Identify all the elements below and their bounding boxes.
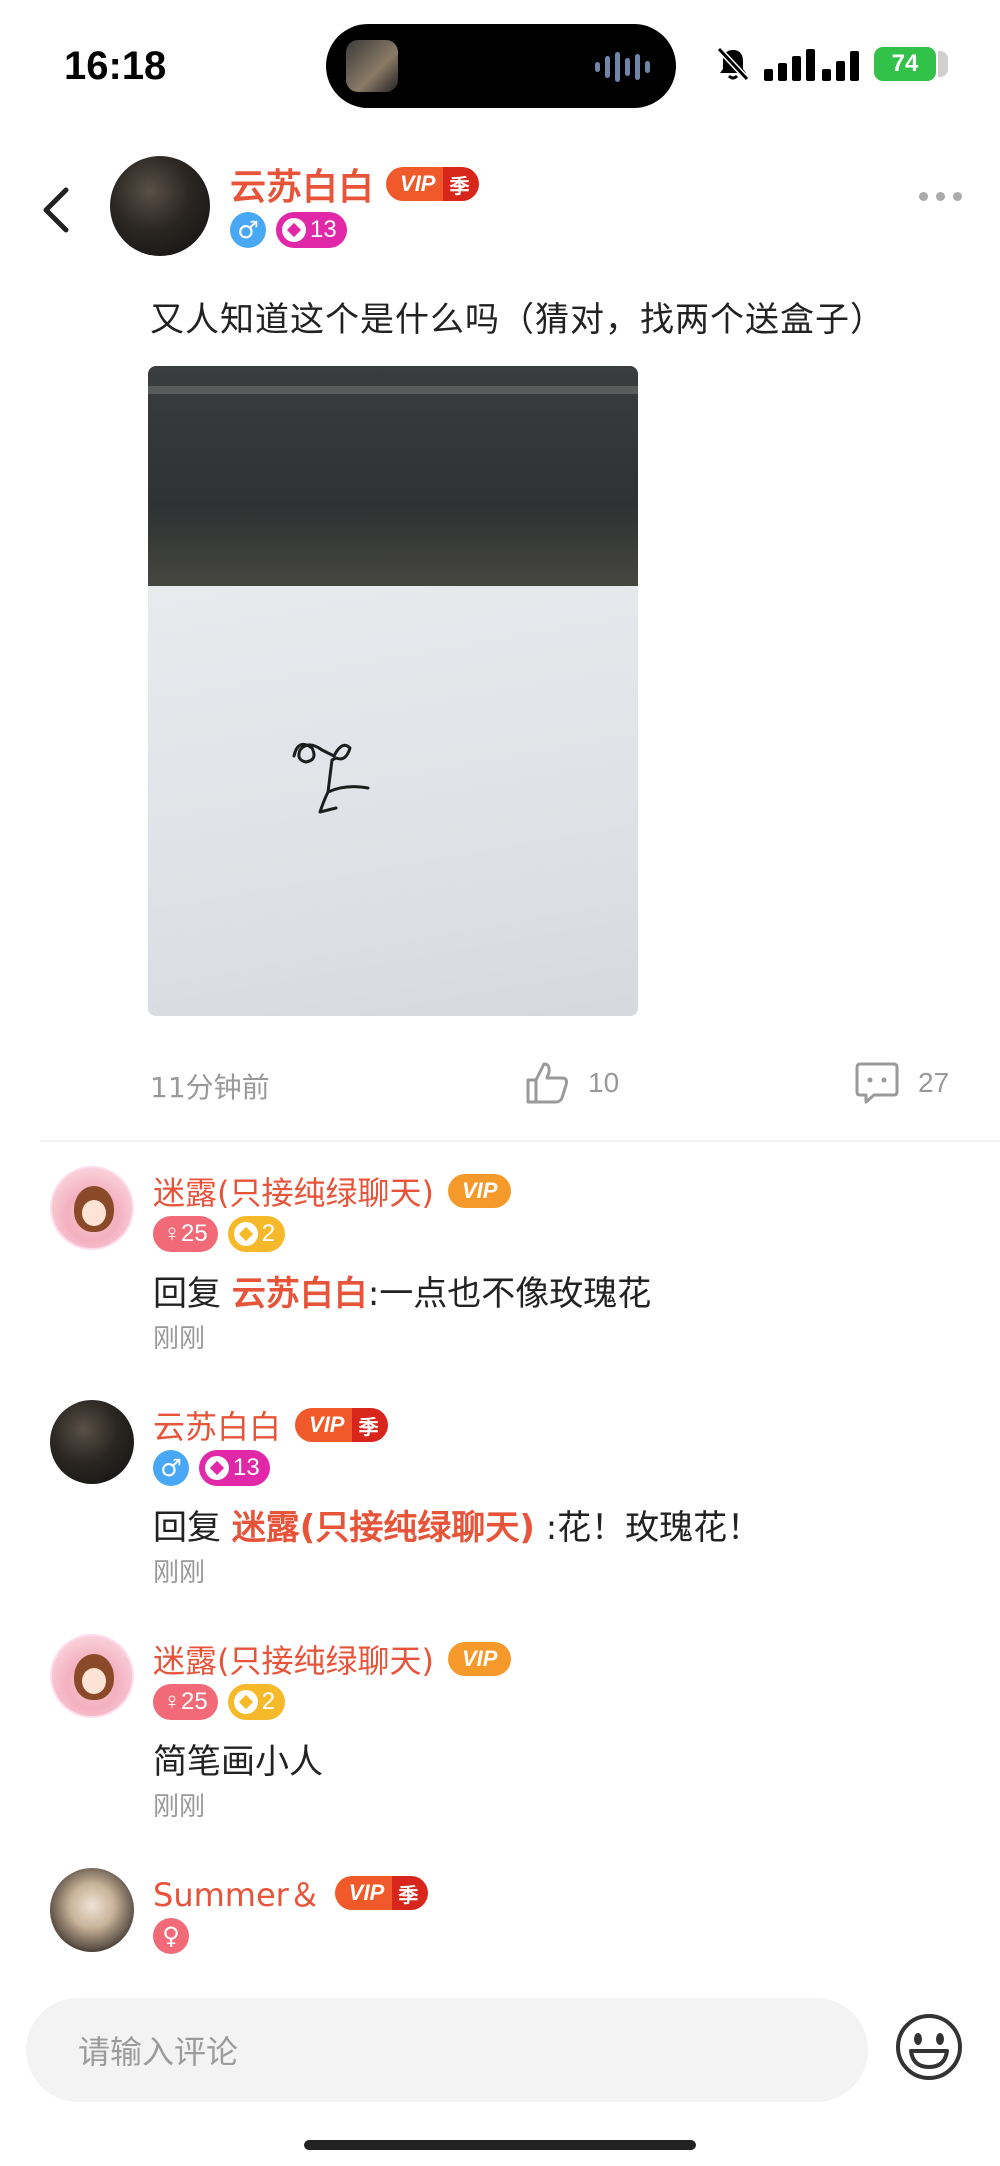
vip-badge: VIP bbox=[447, 1642, 512, 1676]
comment-item: 迷露(只接纯绿聊天) VIP ♀25 2 回复 云苏白白:一点也不像玫瑰花 刚刚 bbox=[0, 1166, 1000, 1356]
commenter-badges: ♀25 2 bbox=[153, 1216, 286, 1252]
commenter-name-row: 云苏白白 VIP 季 bbox=[153, 1402, 389, 1448]
reply-prefix: 回复 bbox=[153, 1274, 232, 1314]
vip-season-label: 季 bbox=[352, 1408, 389, 1442]
comment-body: :花！玫瑰花！ bbox=[534, 1508, 762, 1548]
status-bar: 16:18 74 bbox=[0, 0, 1000, 130]
author-avatar[interactable] bbox=[110, 156, 210, 256]
vip-season-label: 季 bbox=[392, 1876, 429, 1910]
male-icon: ♂ bbox=[153, 1450, 189, 1486]
status-icons: 74 bbox=[716, 46, 948, 82]
level-value: 13 bbox=[310, 216, 337, 243]
comment-item: 迷露(只接纯绿聊天) VIP ♀25 2 简笔画小人 刚刚 bbox=[0, 1634, 1000, 1824]
female-age-badge: ♀25 bbox=[153, 1684, 218, 1720]
photo-dark-object bbox=[148, 366, 638, 601]
more-dot bbox=[936, 192, 945, 201]
stick-figure-doodle bbox=[292, 742, 370, 814]
comment-count: 27 bbox=[918, 1067, 950, 1098]
author-name-row: 云苏白白 VIP 季 bbox=[230, 158, 480, 210]
comment-text[interactable]: 简笔画小人 bbox=[153, 1734, 323, 1783]
vip-season-label: 季 bbox=[443, 167, 480, 201]
commenter-name-row: 迷露(只接纯绿聊天) VIP bbox=[153, 1168, 512, 1214]
author-name[interactable]: 云苏白白 bbox=[230, 158, 374, 210]
vip-season-badge: VIP 季 bbox=[295, 1408, 389, 1442]
reply-mention[interactable]: 迷露(只接纯绿聊天) bbox=[232, 1508, 535, 1548]
dynamic-island[interactable] bbox=[326, 24, 676, 108]
commenter-avatar[interactable] bbox=[50, 1634, 134, 1718]
comment-time: 刚刚 bbox=[153, 1324, 206, 1354]
more-dots-icon bbox=[919, 192, 928, 201]
comment-text[interactable]: 回复 迷露(只接纯绿聊天) :花！玫瑰花！ bbox=[153, 1500, 761, 1549]
like-count: 10 bbox=[588, 1067, 620, 1098]
comment-text[interactable]: 回复 云苏白白:一点也不像玫瑰花 bbox=[153, 1266, 651, 1315]
commenter-name-row: 迷露(只接纯绿聊天) VIP bbox=[153, 1636, 512, 1682]
gem-icon bbox=[233, 1690, 258, 1714]
comment-body: :一点也不像玫瑰花 bbox=[367, 1274, 652, 1314]
reply-mention[interactable]: 云苏白白 bbox=[232, 1274, 368, 1314]
vip-season-badge: VIP 季 bbox=[386, 167, 480, 201]
comment-bubble-icon bbox=[855, 1062, 899, 1104]
level-value: 13 bbox=[233, 1454, 260, 1481]
post-header: 云苏白白 VIP 季 ♂ 13 bbox=[0, 150, 1000, 280]
mute-bell-icon bbox=[716, 46, 750, 82]
commenter-avatar[interactable] bbox=[50, 1400, 134, 1484]
vip-badge: VIP bbox=[447, 1174, 512, 1208]
level-badge: 2 bbox=[227, 1684, 286, 1720]
commenter-name[interactable]: 迷露(只接纯绿聊天) bbox=[153, 1636, 434, 1682]
female-age-badge: ♀25 bbox=[153, 1216, 218, 1252]
smiley-face-icon bbox=[896, 2014, 962, 2080]
commenter-name[interactable]: 迷露(只接纯绿聊天) bbox=[153, 1168, 434, 1214]
more-options-button[interactable] bbox=[919, 192, 962, 201]
more-dot bbox=[953, 192, 962, 201]
thumbs-up-icon bbox=[526, 1062, 568, 1104]
level-value: 2 bbox=[261, 1220, 276, 1247]
commenter-avatar[interactable] bbox=[50, 1166, 134, 1250]
divider bbox=[40, 1140, 1000, 1142]
post-text: 又人知道这个是什么吗（猜对，找两个送盒子） bbox=[150, 300, 885, 340]
post-meta: 11分钟前 10 27 bbox=[0, 1060, 1000, 1110]
gem-icon bbox=[282, 218, 306, 242]
level-value: 2 bbox=[261, 1688, 276, 1715]
comment-input-bar: 请输入评论 bbox=[0, 1990, 1000, 2110]
post-time: 11分钟前 bbox=[150, 1071, 270, 1104]
commenter-name-row: Summer＆ VIP 季 bbox=[153, 1870, 429, 1916]
comment-time: 刚刚 bbox=[153, 1558, 206, 1588]
commenter-avatar[interactable] bbox=[50, 1868, 134, 1952]
level-badge: 2 bbox=[227, 1216, 286, 1252]
author-badges: ♂ 13 bbox=[230, 212, 347, 248]
comment-time: 刚刚 bbox=[153, 1792, 206, 1822]
comment-item: Summer＆ VIP 季 ♀ bbox=[0, 1868, 1000, 1976]
now-playing-thumbnail bbox=[346, 40, 398, 92]
female-icon: ♀ bbox=[153, 1918, 189, 1954]
vip-label: VIP bbox=[334, 1876, 393, 1910]
level-badge: 13 bbox=[199, 1450, 270, 1486]
emoji-button[interactable] bbox=[894, 2012, 964, 2082]
home-indicator[interactable] bbox=[304, 2140, 696, 2150]
vip-label: VIP bbox=[295, 1408, 353, 1442]
audio-wave-icon bbox=[595, 52, 650, 82]
comment-button[interactable]: 27 bbox=[854, 1060, 949, 1106]
commenter-badges: ♂ 13 bbox=[153, 1450, 270, 1486]
commenter-name[interactable]: 云苏白白 bbox=[153, 1402, 281, 1448]
comment-item: 云苏白白 VIP 季 ♂ 13 回复 迷露(只接纯绿聊天) :花！玫瑰花！ 刚刚 bbox=[0, 1400, 1000, 1590]
gem-icon bbox=[233, 1222, 258, 1246]
vip-label: VIP bbox=[386, 167, 444, 201]
commenter-badges: ♀ bbox=[153, 1918, 189, 1954]
commenter-name[interactable]: Summer＆ bbox=[153, 1870, 321, 1916]
gem-icon bbox=[205, 1456, 229, 1480]
vip-season-badge: VIP 季 bbox=[334, 1876, 429, 1910]
comment-input[interactable]: 请输入评论 bbox=[26, 1998, 868, 2102]
chevron-left-icon bbox=[43, 187, 69, 233]
like-button[interactable]: 10 bbox=[524, 1060, 619, 1106]
post-image[interactable] bbox=[148, 366, 638, 1016]
status-time: 16:18 bbox=[64, 44, 167, 88]
male-icon: ♂ bbox=[230, 212, 266, 248]
signal-icon bbox=[764, 49, 859, 81]
level-badge: 13 bbox=[276, 212, 347, 248]
reply-prefix: 回复 bbox=[153, 1508, 232, 1548]
back-button[interactable] bbox=[36, 180, 76, 240]
battery-icon: 74 bbox=[874, 47, 948, 81]
commenter-badges: ♀25 2 bbox=[153, 1684, 286, 1720]
